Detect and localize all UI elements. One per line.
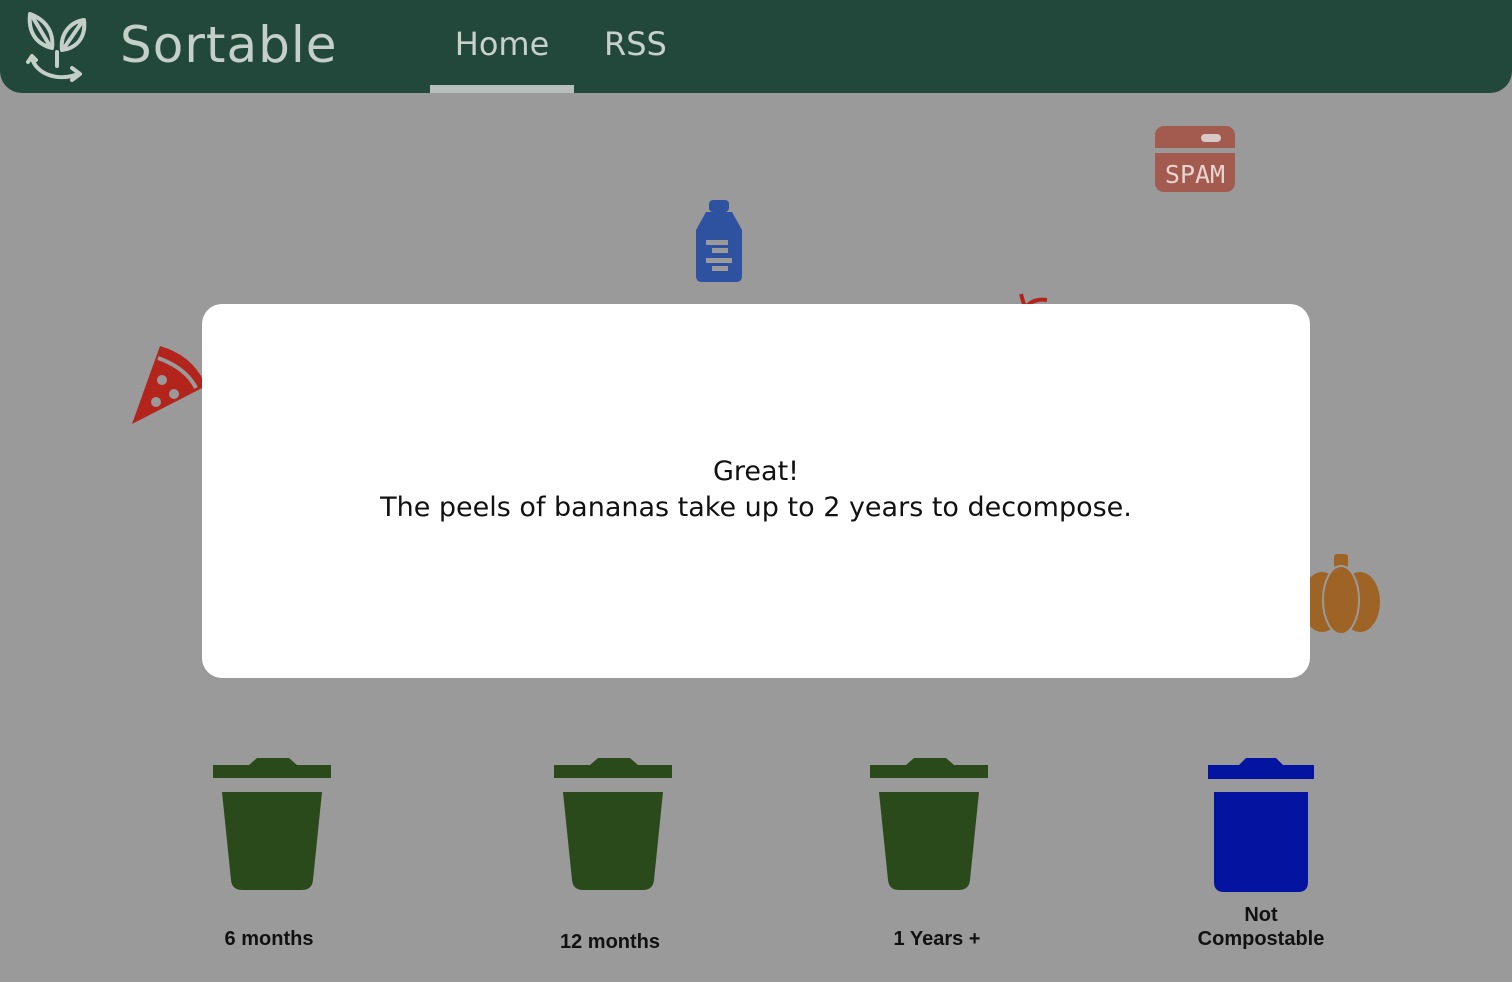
pizza-icon[interactable] [130,344,206,426]
nav-tab-rss[interactable]: RSS [604,0,667,93]
trash-bin-icon [870,758,988,890]
bin-label-line-2: Compostable [1197,928,1325,950]
spam-can-label: SPAM [1165,160,1225,189]
bin-12-months[interactable] [554,758,672,890]
top-navigation-bar: Sortable Home RSS [0,0,1512,93]
pumpkin-icon[interactable] [1300,554,1382,636]
nav-tab-home-label: Home [454,25,550,63]
bin-label-12-months: 12 months [559,931,661,953]
nav-tab-home[interactable]: Home [430,0,574,93]
brand-name[interactable]: Sortable [120,16,338,74]
bin-label-6-months: 6 months [224,928,314,950]
bin-6-months[interactable] [213,758,331,890]
bin-label-line-1: Not [1244,904,1278,926]
bin-1-years-plus[interactable] [870,758,988,890]
bottle-icon[interactable] [694,200,744,282]
trash-bin-icon [1208,758,1314,892]
modal-title: Great! [713,456,799,487]
active-tab-indicator [430,85,574,93]
bin-label-1-years-plus: 1 Years + [893,928,981,950]
feedback-modal: Great! The peels of bananas take up to 2… [202,304,1310,678]
leaf-recycle-icon[interactable] [22,8,92,86]
trash-bin-icon [213,758,331,890]
bin-not-compostable[interactable] [1208,758,1314,892]
modal-body: The peels of bananas take up to 2 years … [380,492,1132,523]
trash-bin-icon [554,758,672,890]
spam-can-icon[interactable]: SPAM [1155,126,1235,192]
nav-tab-rss-label: RSS [604,25,667,63]
bin-label-not-compostable: Not Compostable [1161,903,1361,951]
modal-message: Great! The peels of bananas take up to 2… [202,454,1310,526]
